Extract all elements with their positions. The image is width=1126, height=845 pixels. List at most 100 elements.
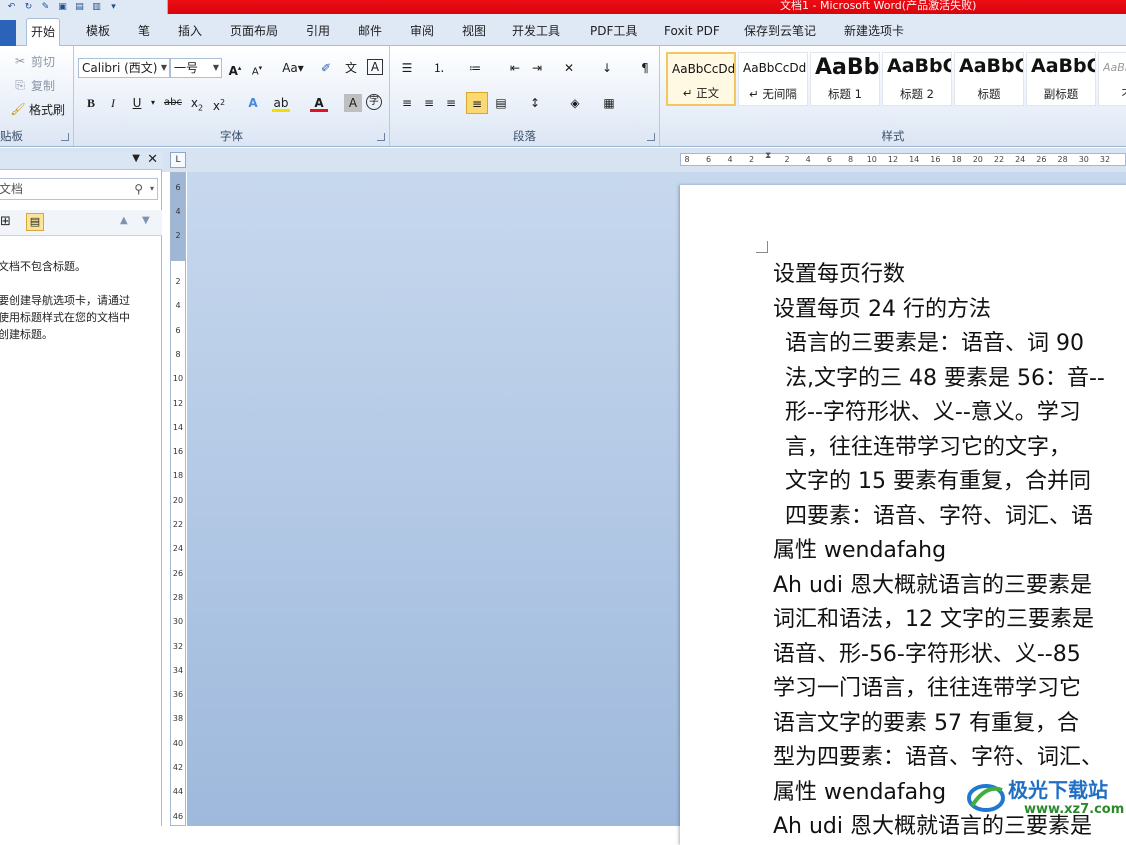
font-size-combo[interactable]: 一号 ▼ xyxy=(170,58,222,78)
ruler-number: 20 xyxy=(172,495,184,505)
vertical-ruler[interactable]: 6 4 2 2 4 6 8 10 12 14 16 18 20 22 24 26 28 30 32 34 36 38 40 4… xyxy=(170,172,186,826)
justify-icon[interactable]: ≡ xyxy=(466,92,488,114)
tab-9[interactable]: 开发工具 xyxy=(508,18,564,46)
line-spacing-icon[interactable]: ↕ xyxy=(526,94,544,112)
style-item[interactable]: AaBb 标题 1 xyxy=(810,52,880,106)
customize-toolbar-icon[interactable]: ▾ xyxy=(108,2,119,13)
enclose-characters-icon[interactable]: 字 xyxy=(366,94,382,110)
tab-0[interactable]: 开始 xyxy=(26,18,61,46)
strikethrough-icon[interactable]: abc xyxy=(162,94,184,112)
format-painter-button[interactable]: 🖌 格式刷 xyxy=(10,98,65,120)
tab-5[interactable]: 引用 xyxy=(302,18,334,46)
font-color-icon[interactable]: A xyxy=(310,94,328,112)
paragraph-dialog-launcher[interactable] xyxy=(647,133,655,141)
layout-icon[interactable]: ▥ xyxy=(91,2,102,13)
align-center-icon[interactable]: ≡ xyxy=(420,94,438,112)
tab-12[interactable]: 保存到云笔记 xyxy=(740,18,820,46)
style-item[interactable]: AaBbC 不明 xyxy=(1098,52,1126,106)
thumbnails-view-icon[interactable]: ⊞ xyxy=(0,214,11,229)
tab-3[interactable]: 插入 xyxy=(174,18,206,46)
style-item[interactable]: AaBbCcDd ↵ 无间隔 xyxy=(738,52,808,106)
bullets-icon[interactable]: ☰ xyxy=(398,59,416,77)
clipboard-dialog-launcher[interactable] xyxy=(61,133,69,141)
ruler-number: 24 xyxy=(172,544,184,554)
ruler-number: 2 xyxy=(784,155,790,164)
tab-4[interactable]: 页面布局 xyxy=(226,18,282,46)
tab-13[interactable]: 新建选项卡 xyxy=(840,18,908,46)
edit-icon[interactable]: ✎ xyxy=(40,2,51,13)
decrease-indent-icon[interactable]: ⇤ xyxy=(506,59,524,77)
tab-1[interactable]: 模板 xyxy=(82,18,114,46)
tab-11[interactable]: Foxit PDF xyxy=(660,18,724,46)
increase-indent-icon[interactable]: ⇥ xyxy=(528,59,546,77)
style-item[interactable]: AaBbC 副标题 xyxy=(1026,52,1096,106)
new-document-icon[interactable]: ▤ xyxy=(74,2,85,13)
change-case-button[interactable]: Aa▾ xyxy=(279,59,307,77)
character-shading-icon[interactable]: A xyxy=(344,94,362,112)
borders-icon[interactable]: ▦ xyxy=(600,94,618,112)
cut-button[interactable]: ✂ 剪切 xyxy=(12,50,55,72)
tab-2[interactable]: 笔 xyxy=(134,18,154,46)
nav-hint-line-1: 要创建导航选项卡，请通过 xyxy=(0,294,130,307)
document-body[interactable]: 设置每页行数 设置每页 24 行的方法 语言的三要素是：语音、词 90 法,文字的三 … xyxy=(773,258,1126,845)
underline-dropdown-icon[interactable]: ▾ xyxy=(144,94,162,112)
chinese-layout-icon[interactable]: ✕ xyxy=(560,59,578,77)
sort-icon[interactable]: ↓ xyxy=(598,59,616,77)
font-dialog-launcher[interactable] xyxy=(377,133,385,141)
chevron-down-icon[interactable]: ▼ xyxy=(132,153,140,164)
close-icon[interactable]: ✕ xyxy=(147,152,158,167)
tab-stop-selector[interactable]: L xyxy=(170,152,186,168)
tab-8[interactable]: 视图 xyxy=(458,18,490,46)
document-page[interactable]: 设置每页行数 设置每页 24 行的方法 语言的三要素是：语音、词 90 法,文字的三 … xyxy=(680,185,1126,845)
text-effects-icon[interactable]: A xyxy=(244,94,262,112)
font-name-combo[interactable]: Calibri (西文) ▼ xyxy=(78,58,170,78)
style-item[interactable]: AaBbC 标题 2 xyxy=(882,52,952,106)
tab-6[interactable]: 邮件 xyxy=(354,18,386,46)
next-result-icon[interactable]: ▼ xyxy=(142,215,150,226)
styles-group: AaBbCcDd ↵ 正文 AaBbCcDd ↵ 无间隔 AaBb 标题 1 AaBbC 标题… xyxy=(660,46,1126,146)
document-line: 四要素：语音、字符、词汇、语 xyxy=(785,503,1094,529)
undo-icon[interactable]: ↶ xyxy=(6,2,17,13)
grow-font-icon[interactable]: A▴ xyxy=(226,59,244,78)
print-preview-icon[interactable]: ▣ xyxy=(57,2,68,13)
phonetic-guide-icon[interactable]: 文 xyxy=(342,59,360,77)
ruler-number: 8 xyxy=(848,155,854,164)
align-right-icon[interactable]: ≡ xyxy=(442,94,460,112)
highlight-icon[interactable]: ab xyxy=(272,94,290,112)
tab-10[interactable]: PDF工具 xyxy=(586,18,641,46)
bold-icon[interactable]: B xyxy=(82,94,100,112)
clear-formatting-icon[interactable]: ✐ xyxy=(317,59,335,77)
italic-icon[interactable]: I xyxy=(104,94,122,112)
subscript-icon[interactable]: x2 xyxy=(188,94,206,112)
styles-group-label: 样式 xyxy=(881,129,905,143)
numbering-icon[interactable]: ⒈ xyxy=(430,59,448,77)
ruler-number: 16 xyxy=(172,447,184,457)
copy-button[interactable]: ⎘ 复制 xyxy=(12,74,55,96)
nav-search-input[interactable]: 文档 ⚲ ▾ xyxy=(0,178,158,200)
results-view-icon[interactable]: ▤ xyxy=(26,213,44,231)
document-line: 文字的 15 要素有重复，合并同 xyxy=(785,469,1091,494)
search-icon[interactable]: ⚲ xyxy=(134,179,143,199)
previous-result-icon[interactable]: ▲ xyxy=(120,215,128,226)
ruler-number: 6 xyxy=(175,325,181,335)
superscript-icon[interactable]: x2 xyxy=(210,94,228,113)
distributed-icon[interactable]: ▤ xyxy=(492,94,510,112)
align-left-icon[interactable]: ≡ xyxy=(398,94,416,112)
horizontal-ruler[interactable]: 8 6 4 2 2 4 6 8 10 12 14 16 18 20 22 24 26 28 30 32 ⧗ xyxy=(680,151,1126,166)
character-border-icon[interactable]: A xyxy=(367,59,383,75)
style-name: ↵ 正文 xyxy=(682,86,720,100)
scissors-icon: ✂ xyxy=(14,54,26,68)
ruler-number: 10 xyxy=(172,374,184,384)
style-item[interactable]: AaBbC 标题 xyxy=(954,52,1024,106)
style-item[interactable]: AaBbCcDd ↵ 正文 xyxy=(666,52,736,106)
shading-icon[interactable]: ◈ xyxy=(566,94,584,112)
tab-7[interactable]: 审阅 xyxy=(406,18,438,46)
multilevel-list-icon[interactable]: ≔ xyxy=(466,59,484,77)
redo-icon[interactable]: ↻ xyxy=(23,2,34,13)
show-marks-icon[interactable]: ¶ xyxy=(636,59,654,77)
file-tab[interactable] xyxy=(0,20,16,46)
indent-marker-icon[interactable]: ⧗ xyxy=(765,151,771,161)
ribbon-tabs: 开始 模板笔插入 页面布局 引用 邮件 审阅 视图 开发工具 PDF工具 Foxit PDF 保存到… xyxy=(0,14,1126,46)
shrink-font-icon[interactable]: A▾ xyxy=(248,59,266,77)
chevron-down-icon[interactable]: ▾ xyxy=(150,179,154,199)
